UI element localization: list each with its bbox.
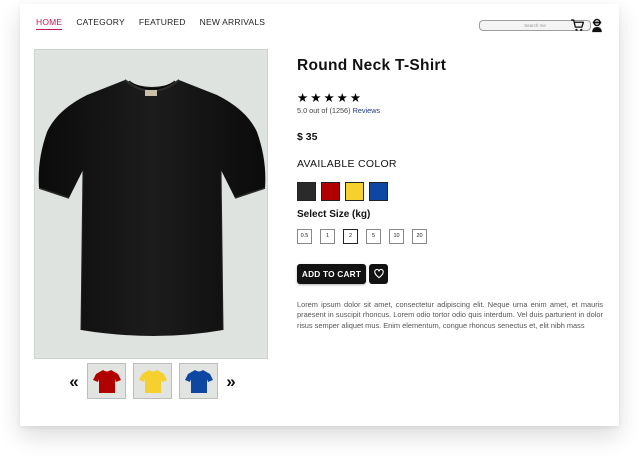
size-option[interactable]: 1 (320, 229, 335, 244)
size-option[interactable]: 5 (366, 229, 381, 244)
carousel-next-button[interactable]: » (225, 373, 237, 390)
size-option[interactable]: 2 (343, 229, 358, 244)
star-icon: ★ (336, 91, 348, 105)
star-icon: ★ (297, 91, 309, 105)
star-rating: ★ ★ ★ ★ ★ (297, 90, 361, 105)
swatch-black[interactable] (297, 182, 316, 201)
nav-new-arrivals[interactable]: NEW ARRIVALS (200, 17, 266, 30)
size-option[interactable]: 10 (389, 229, 404, 244)
product-title: Round Neck T-Shirt (297, 57, 447, 74)
thumbnail-blue[interactable] (179, 363, 218, 399)
tshirt-image (38, 79, 266, 336)
wishlist-button[interactable] (369, 264, 388, 284)
nav-home[interactable]: HOME (36, 17, 63, 30)
rating-summary: 5.0 out of (1256) Reviews (297, 106, 380, 115)
swatch-red[interactable] (321, 182, 340, 201)
user-icon[interactable] (591, 18, 603, 38)
select-size-title: Select Size (kg) (297, 209, 371, 220)
size-options: 0.5 1 2 5 10 20 (297, 229, 427, 244)
nav-featured[interactable]: FEATURED (139, 17, 186, 30)
product-price: $ 35 (297, 131, 318, 143)
reviews-link[interactable]: Reviews (353, 106, 381, 115)
star-icon: ★ (349, 91, 362, 105)
product-main-image (34, 49, 268, 359)
product-description: Lorem ipsum dolor sit amet, consectetur … (297, 300, 603, 330)
main-nav: HOME CATEGORY FEATURED NEW ARRIVALS (36, 17, 265, 30)
blue-tshirt-thumbnail (184, 370, 213, 393)
carousel-prev-button[interactable]: « (68, 373, 80, 390)
heart-icon (373, 269, 384, 279)
thumbnail-yellow[interactable] (133, 363, 172, 399)
add-to-cart-button[interactable]: ADD TO CART (297, 264, 366, 284)
nav-category[interactable]: CATEGORY (76, 17, 125, 30)
red-tshirt-thumbnail (92, 370, 121, 393)
thumbnail-carousel: « » (68, 363, 237, 399)
swatch-yellow[interactable] (345, 182, 364, 201)
size-option[interactable]: 20 (412, 229, 427, 244)
color-swatches (297, 182, 388, 201)
swatch-blue[interactable] (369, 182, 388, 201)
star-icon: ★ (310, 91, 322, 105)
yellow-tshirt-thumbnail (138, 370, 167, 393)
star-icon: ★ (323, 91, 335, 105)
available-color-title: AVAILABLE COLOR (297, 158, 397, 170)
thumbnail-red[interactable] (87, 363, 126, 399)
cart-icon[interactable] (570, 19, 585, 37)
product-card: HOME CATEGORY FEATURED NEW ARRIVALS Sear… (20, 4, 619, 426)
rating-text: 5.0 out of (1256) (297, 106, 353, 115)
size-option[interactable]: 0.5 (297, 229, 312, 244)
